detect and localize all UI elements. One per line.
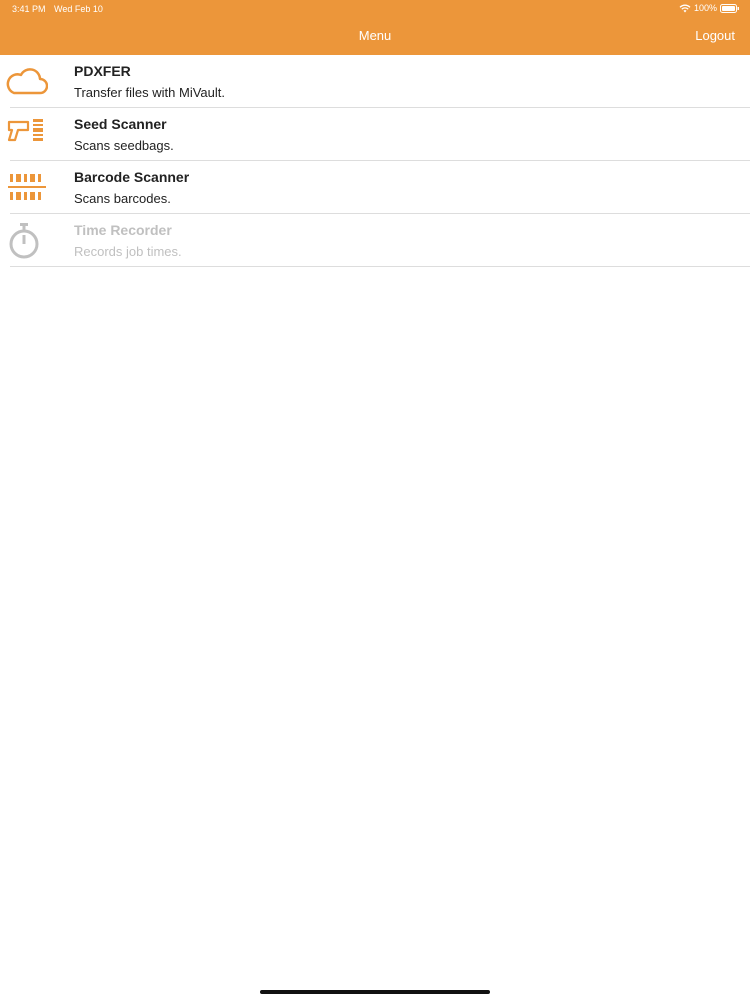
- menu-item-title: PDXFER: [74, 63, 131, 79]
- status-date: Wed Feb 10: [54, 4, 103, 14]
- status-time: 3:41 PM: [12, 4, 46, 14]
- battery-icon: [720, 3, 739, 13]
- battery-percent: 100%: [693, 3, 717, 13]
- menu-item-title: Time Recorder: [74, 222, 172, 238]
- menu-item-title: Barcode Scanner: [74, 169, 190, 185]
- menu-item-barcode-scanner[interactable]: Barcode Scanner Scans barcodes.: [0, 161, 750, 214]
- page-title: Menu: [358, 28, 392, 43]
- status-right: 100%: [679, 3, 740, 13]
- home-indicator[interactable]: [260, 990, 490, 994]
- logout-button[interactable]: Logout: [695, 28, 735, 43]
- menu-item-subtitle: Transfer files with MiVault.: [74, 85, 225, 100]
- navigation-bar: 3:41 PM Wed Feb 10 100% Menu Logout: [0, 0, 750, 55]
- menu-item-pdxfer[interactable]: PDXFER Transfer files with MiVault.: [0, 55, 750, 108]
- stopwatch-icon: [9, 223, 39, 259]
- menu-item-time-recorder: Time Recorder Records job times.: [0, 214, 750, 267]
- menu-list: PDXFER Transfer files with MiVault. Seed…: [0, 55, 750, 267]
- scanner-gun-icon: [7, 119, 43, 142]
- menu-item-seed-scanner[interactable]: Seed Scanner Scans seedbags.: [0, 108, 750, 161]
- barcode-icon: [8, 174, 46, 200]
- status-bar: 3:41 PM Wed Feb 10 100%: [0, 0, 750, 18]
- menu-item-title: Seed Scanner: [74, 116, 167, 132]
- menu-item-subtitle: Records job times.: [74, 244, 182, 259]
- cloud-icon: [6, 68, 48, 95]
- wifi-icon: [679, 4, 691, 12]
- menu-item-subtitle: Scans seedbags.: [74, 138, 174, 153]
- menu-item-subtitle: Scans barcodes.: [74, 191, 171, 206]
